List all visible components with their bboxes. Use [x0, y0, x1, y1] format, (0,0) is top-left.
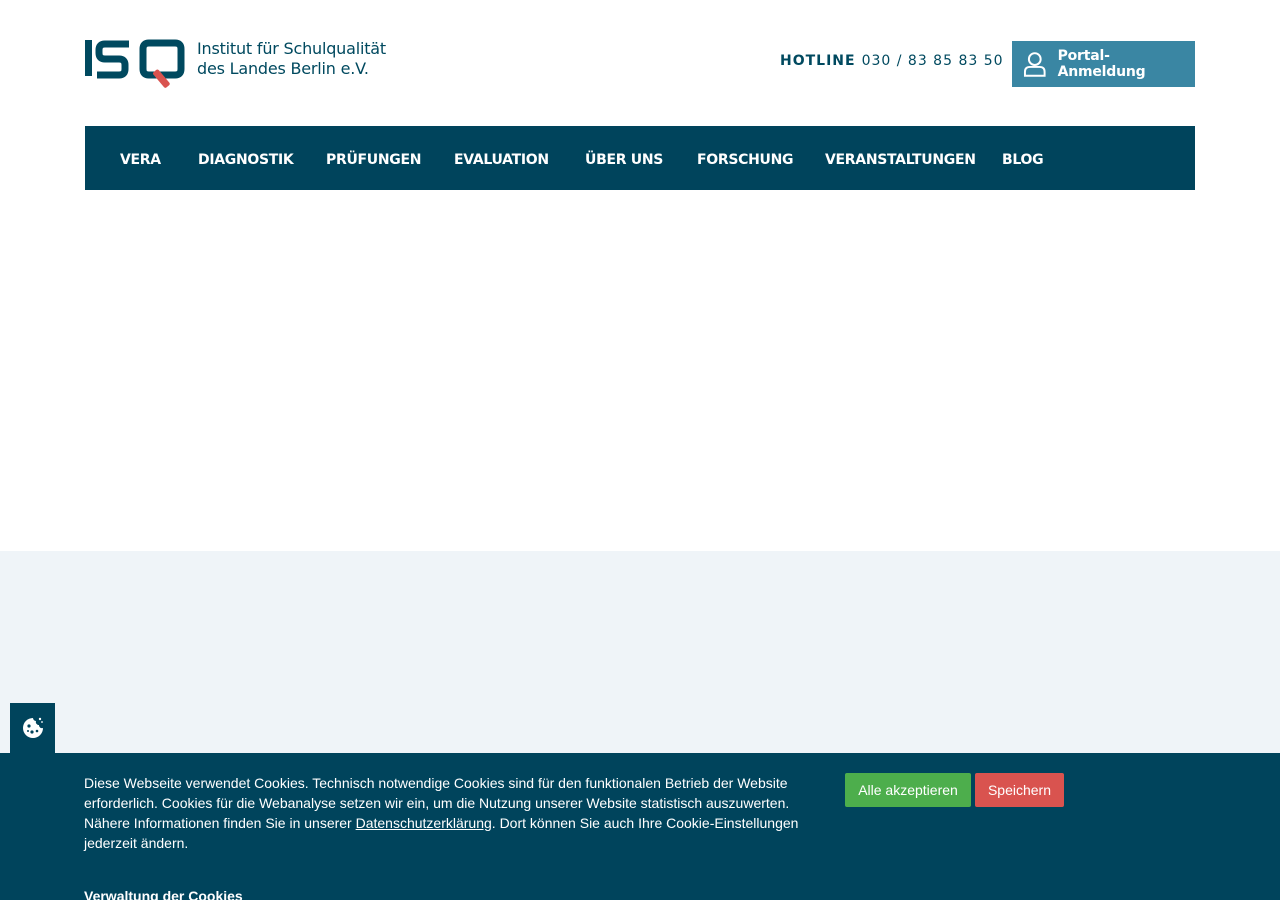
- nav-item-vera[interactable]: VERA: [120, 152, 161, 168]
- cookie-banner: Diese Webseite verwendet Cookies. Techni…: [0, 753, 1280, 900]
- nav-item-blog[interactable]: BLOG: [1002, 152, 1044, 168]
- user-icon: [1023, 52, 1046, 77]
- privacy-policy-link[interactable]: Datenschutzerklärung: [356, 815, 492, 831]
- cookie-banner-text: Diese Webseite verwendet Cookies. Techni…: [84, 773, 824, 853]
- hotline-label: HOTLINE: [780, 53, 856, 69]
- nav-item-ueber-uns[interactable]: ÜBER UNS: [585, 152, 663, 168]
- site-logo[interactable]: Institut für Schulqualität des Landes Be…: [85, 38, 386, 90]
- nav-item-diagnostik[interactable]: DIAGNOSTIK: [198, 152, 294, 168]
- main-navigation: VERA DIAGNOSTIK PRÜFUNGEN EVALUATION ÜBE…: [85, 126, 1195, 190]
- nav-item-forschung[interactable]: FORSCHUNG: [697, 152, 794, 168]
- nav-item-pruefungen[interactable]: PRÜFUNGEN: [326, 152, 421, 168]
- portal-login-button[interactable]: Portal-Anmeldung: [1012, 41, 1195, 87]
- save-button[interactable]: Speichern: [975, 773, 1064, 807]
- logo-text-line1: Institut für Schulqualität: [197, 39, 386, 58]
- nav-item-evaluation[interactable]: EVALUATION: [454, 152, 549, 168]
- nav-item-veranstaltungen[interactable]: VERANSTALTUNGEN: [825, 152, 976, 168]
- hotline-number[interactable]: 030 / 83 85 83 50: [862, 53, 1004, 69]
- hotline: HOTLINE 030 / 83 85 83 50: [780, 53, 1004, 69]
- cookie-icon: [22, 717, 43, 738]
- content-section: [0, 551, 1280, 753]
- logo-text: Institut für Schulqualität des Landes Be…: [197, 39, 386, 79]
- isq-logo-mark: [85, 39, 185, 88]
- accept-all-button[interactable]: Alle akzeptieren: [845, 773, 971, 807]
- cookie-settings-tab[interactable]: [10, 703, 55, 753]
- portal-login-label: Portal-Anmeldung: [1057, 48, 1146, 80]
- manage-cookies-heading[interactable]: Verwaltung der Cookies: [84, 888, 243, 900]
- logo-text-line2: des Landes Berlin e.V.: [197, 59, 369, 78]
